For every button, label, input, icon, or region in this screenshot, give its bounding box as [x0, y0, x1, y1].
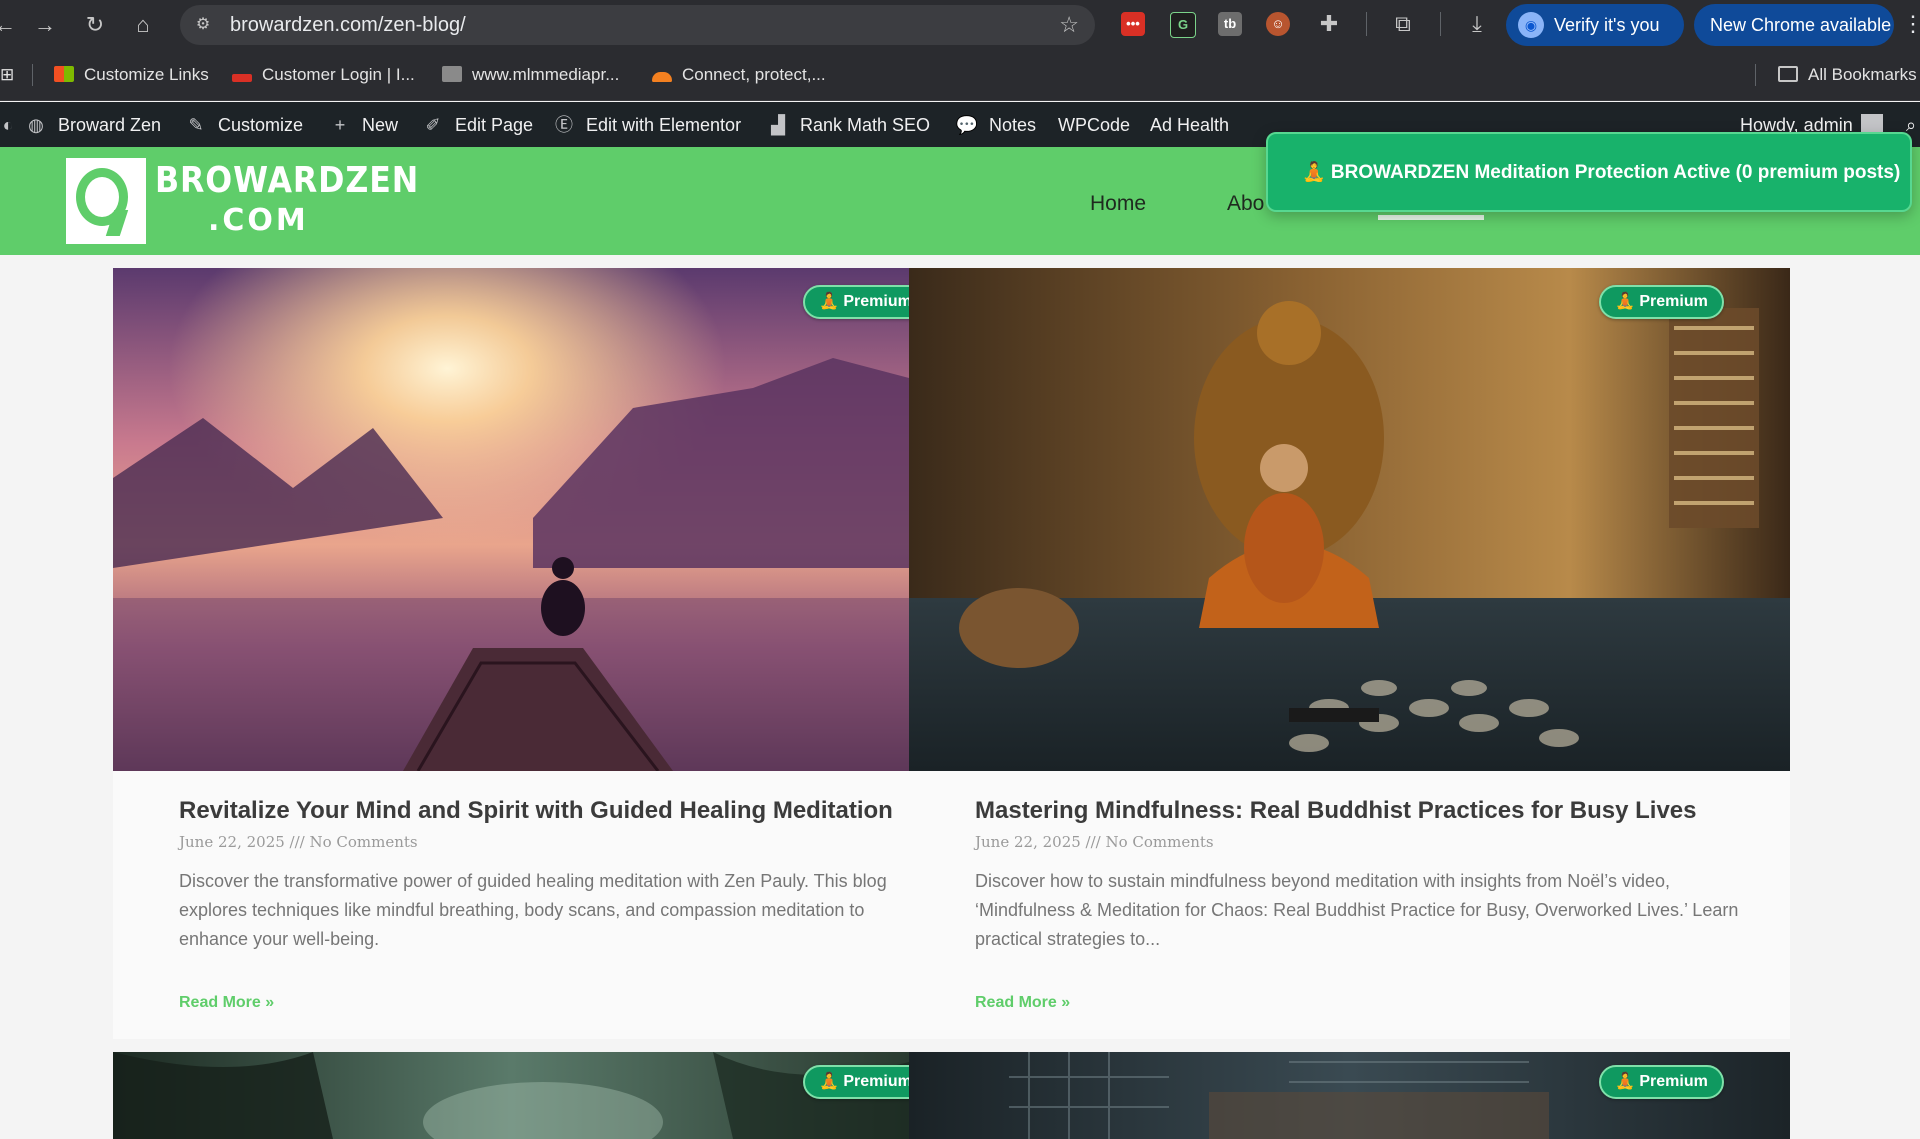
extension-avatar-icon[interactable]: ☺	[1266, 12, 1290, 36]
chrome-update-button[interactable]: New Chrome available	[1694, 4, 1894, 46]
post-image-sunset-dock[interactable]	[113, 268, 909, 771]
post-image-monk[interactable]	[909, 268, 1790, 771]
flag-icon	[232, 74, 252, 82]
extensions-puzzle-icon[interactable]: ✚	[1315, 10, 1343, 38]
logo-subtext[interactable]: .COM	[208, 203, 309, 239]
nav-about[interactable]: Abo	[1227, 191, 1264, 217]
comment-icon: 💬	[955, 115, 979, 135]
admin-ad-health[interactable]: Ad Health	[1150, 112, 1229, 138]
bookmark-star-icon[interactable]: ☆	[1059, 12, 1079, 38]
sunset-meditation-image	[113, 268, 909, 771]
plus-icon: +	[334, 115, 346, 135]
microsoft-icon	[54, 66, 74, 82]
forest-image	[113, 1052, 909, 1139]
admin-wpcode[interactable]: WPCode	[1058, 112, 1130, 138]
wp-logo-icon[interactable]: ◐	[0, 112, 20, 138]
bookmark-customer-login[interactable]: Customer Login | I...	[232, 64, 415, 86]
logo-text[interactable]: BROWARDZEN	[155, 161, 419, 201]
nav-home[interactable]: Home	[1090, 191, 1146, 217]
pencil-icon: ✐	[425, 115, 441, 135]
nav-active-indicator	[1378, 215, 1484, 220]
toast-text: 🧘 BROWARDZEN Meditation Protection Activ…	[1302, 162, 1901, 183]
read-more-link[interactable]: Read More »	[179, 993, 274, 1013]
post-image-forest[interactable]	[113, 1052, 909, 1139]
bookmark-cloudflare[interactable]: Connect, protect,...	[652, 64, 826, 86]
bookmarks-divider	[32, 64, 33, 86]
post-excerpt: Discover the transformative power of gui…	[179, 871, 887, 949]
brush-icon: ✎	[188, 115, 204, 135]
extension-tb-icon[interactable]: tb	[1218, 12, 1242, 36]
all-bookmarks-folder[interactable]: All Bookmarks	[1778, 64, 1917, 86]
site-logo-icon[interactable]	[66, 158, 146, 244]
blog-content: 🧘 Premium Revitalize Your Mind and Spiri…	[0, 255, 1920, 1139]
admin-site-name[interactable]: ◍ Broward Zen	[24, 112, 161, 138]
image-icon	[442, 66, 462, 82]
post-card: 🧘 Premium	[113, 1052, 909, 1139]
bookmark-customize-links[interactable]: Customize Links	[54, 64, 209, 86]
reload-icon[interactable]: ↻	[82, 12, 108, 38]
admin-customize[interactable]: ✎ Customize	[184, 112, 303, 138]
post-meta: June 22, 2025 /// No Comments	[179, 833, 418, 851]
home-icon[interactable]: ⌂	[130, 12, 156, 38]
back-icon[interactable]: ←	[0, 12, 18, 38]
apps-grid-icon[interactable]: ⊞	[0, 64, 14, 86]
address-bar[interactable]: ⚙ browardzen.com/zen-blog/ ☆	[180, 5, 1095, 45]
post-title[interactable]: Mastering Mindfulness: Real Buddhist Pra…	[975, 796, 1697, 826]
premium-badge: 🧘 Premium	[1599, 285, 1724, 319]
premium-badge: 🧘 Premium	[1599, 1065, 1724, 1099]
url-text[interactable]: browardzen.com/zen-blog/	[230, 13, 466, 37]
rank-math-icon: ▟	[771, 115, 785, 135]
extension-red-icon[interactable]: •••	[1121, 12, 1145, 36]
admin-new[interactable]: + New	[328, 112, 398, 138]
downloads-icon[interactable]: ⤓	[1463, 10, 1491, 38]
toolbar-divider	[1366, 12, 1367, 36]
menu-kebab-icon[interactable]: ⋮	[1902, 10, 1920, 38]
tab-search-icon[interactable]: ⧉	[1389, 10, 1417, 38]
admin-edit-elementor[interactable]: Ⓔ Edit with Elementor	[552, 112, 741, 138]
post-card: 🧘 Premium	[909, 1052, 1790, 1139]
bookmark-mlmmedia[interactable]: www.mlmmediapr...	[442, 64, 619, 86]
post-excerpt: Discover how to sustain mindfulness beyo…	[975, 871, 1739, 949]
monk-meditation-image	[909, 268, 1790, 771]
post-title[interactable]: Revitalize Your Mind and Spirit with Gui…	[179, 796, 893, 826]
post-meta: June 22, 2025 /// No Comments	[975, 833, 1214, 851]
profile-icon: ◉	[1518, 12, 1544, 38]
browser-toolbar: ← → ↻ ⌂ ⚙ browardzen.com/zen-blog/ ☆ •••…	[0, 0, 1920, 50]
read-more-link[interactable]: Read More »	[975, 993, 1070, 1013]
admin-rank-math[interactable]: ▟ Rank Math SEO	[766, 112, 930, 138]
toolbar-divider	[1440, 12, 1441, 36]
admin-notes[interactable]: 💬 Notes	[955, 112, 1036, 138]
folder-icon	[1778, 66, 1798, 82]
premium-badge: 🧘 Premium	[803, 1065, 909, 1099]
verify-button[interactable]: ◉ Verify it's you	[1506, 4, 1684, 46]
extension-grammarly-icon[interactable]: G	[1170, 12, 1196, 38]
post-card: 🧘 Premium Mastering Mindfulness: Real Bu…	[909, 268, 1790, 1039]
protection-toast: 🧘 BROWARDZEN Meditation Protection Activ…	[1266, 132, 1912, 212]
cloud-icon	[652, 72, 672, 82]
admin-edit-page[interactable]: ✐ Edit Page	[421, 112, 533, 138]
bookmarks-bar: ⊞ Customize Links Customer Login | I... …	[0, 50, 1920, 101]
dashboard-icon: ◍	[28, 115, 44, 135]
site-info-icon[interactable]: ⚙	[192, 14, 214, 36]
elementor-icon: Ⓔ	[555, 115, 573, 135]
forward-icon[interactable]: →	[32, 12, 58, 38]
bookmarks-divider	[1755, 64, 1756, 86]
post-card: 🧘 Premium Revitalize Your Mind and Spiri…	[113, 268, 928, 1039]
